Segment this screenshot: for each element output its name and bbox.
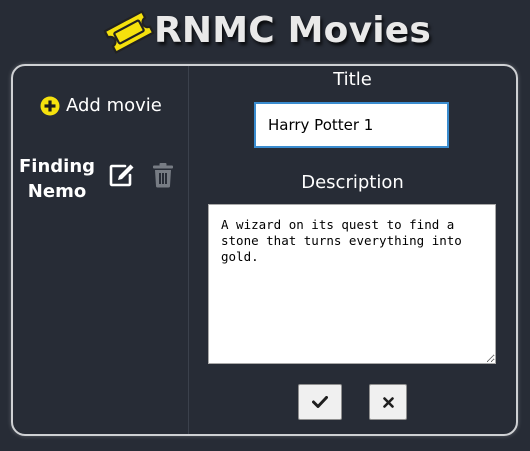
check-icon (312, 396, 328, 408)
panel-divider (188, 66, 189, 434)
add-movie-label: Add movie (66, 95, 162, 116)
close-icon (382, 396, 394, 408)
plus-circle-icon (40, 96, 60, 116)
app-title: RNMC Movies (154, 10, 432, 51)
movie-list-item[interactable]: Finding Nemo (19, 154, 179, 206)
app-header: RNMC Movies (0, 0, 530, 60)
edit-icon[interactable] (109, 163, 135, 187)
description-textarea[interactable]: A wizard on its quest to find a stone th… (208, 204, 496, 364)
title-label: Title (333, 69, 372, 90)
trash-icon[interactable] (152, 162, 174, 188)
movie-title[interactable]: Finding Nemo (19, 154, 95, 204)
main-panel: Add movie Finding Nemo Title Description… (11, 64, 518, 436)
add-movie-button[interactable]: Add movie (40, 94, 162, 118)
ticket-icon (103, 10, 155, 54)
title-input[interactable] (254, 102, 449, 148)
cancel-button[interactable] (369, 384, 407, 420)
description-label: Description (301, 172, 404, 193)
save-button[interactable] (298, 384, 342, 420)
app-page: RNMC Movies Add movie Finding Nemo Title… (0, 0, 530, 451)
